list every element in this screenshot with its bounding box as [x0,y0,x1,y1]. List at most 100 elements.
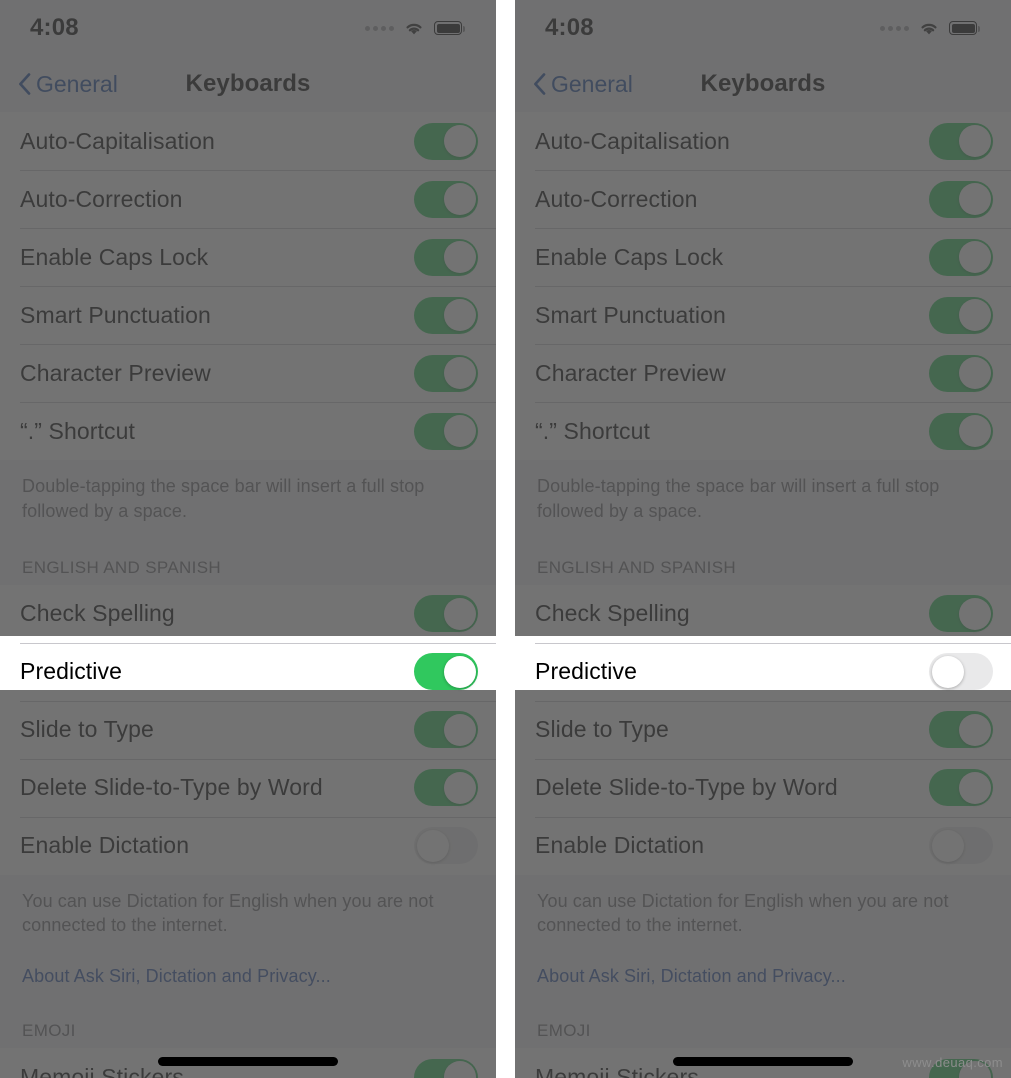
status-time: 4:08 [30,14,79,41]
toggle-memoji-stickers[interactable] [414,1058,478,1078]
settings-screen: 4:08 General Keyboards Auto-Capitalisati… [0,0,496,1078]
home-indicator [158,1057,338,1066]
signal-dots-icon [880,25,909,31]
section-header-emoji: EMOJI [537,1021,591,1041]
row-label: “.” Shortcut [20,417,135,444]
status-indicators [365,20,466,36]
row-character-preview[interactable]: Character Preview [515,344,1011,402]
row-character-preview[interactable]: Character Preview [0,344,496,402]
footer-period-shortcut: Double-tapping the space bar will insert… [537,476,940,521]
battery-full-icon [949,21,981,35]
row-label: Enable Caps Lock [20,243,209,270]
row-check-spelling[interactable]: Check Spelling [0,584,496,643]
page-title: Keyboards [185,70,311,97]
row-auto-capitalisation[interactable]: Auto-Capitalisation [0,112,496,170]
phone-screenshot-after: 4:08 General Keyboards Auto-Capitalisati… [515,0,1011,1078]
toggle-auto-correction[interactable] [929,180,993,218]
toggle-slide-to-type[interactable] [414,711,478,749]
section-header-emoji: EMOJI [22,1021,76,1041]
toggle-predictive[interactable] [414,653,478,691]
row-label: Delete Slide-to-Type by Word [535,774,838,801]
toggle-auto-capitalisation[interactable] [414,122,478,160]
row-delete-slide-to-type-by-word[interactable]: Delete Slide-to-Type by Word [515,758,1011,817]
wifi-icon [921,23,937,35]
row-label: Auto-Capitalisation [20,127,215,154]
toggle-auto-correction[interactable] [414,180,478,218]
link-about-ask-siri[interactable]: About Ask Siri, Dictation and Privacy... [515,944,1011,993]
row-enable-dictation[interactable]: Enable Dictation [515,816,1011,875]
row-check-spelling[interactable]: Check Spelling [515,584,1011,643]
row-label: Check Spelling [20,600,175,627]
toggle-delete-slide-to-type-by-word[interactable] [929,769,993,807]
row-smart-punctuation[interactable]: Smart Punctuation [0,286,496,344]
toggle-smart-punctuation[interactable] [414,296,478,334]
toggle-enable-dictation[interactable] [414,827,478,865]
row-label: Auto-Capitalisation [535,127,730,154]
row-label: Enable Caps Lock [535,243,724,270]
row-label: Predictive [535,658,637,685]
toggle-predictive[interactable] [929,653,993,691]
row-smart-punctuation[interactable]: Smart Punctuation [515,286,1011,344]
row-period-shortcut[interactable]: “.” Shortcut [515,402,1011,460]
row-slide-to-type[interactable]: Slide to Type [0,700,496,759]
row-label: Auto-Correction [20,185,183,212]
screenshot-pair: 4:08 General Keyboards Auto-Capitalisati… [0,0,1011,1078]
row-label: Slide to Type [20,716,154,743]
row-label: Character Preview [20,359,211,386]
row-period-shortcut[interactable]: “.” Shortcut [0,402,496,460]
toggle-auto-capitalisation[interactable] [929,122,993,160]
row-enable-caps-lock[interactable]: Enable Caps Lock [515,228,1011,286]
toggle-enable-caps-lock[interactable] [929,238,993,276]
row-slide-to-type[interactable]: Slide to Type [515,700,1011,759]
section-header-english-and-spanish: ENGLISH AND SPANISH [22,557,222,577]
row-auto-capitalisation[interactable]: Auto-Capitalisation [515,112,1011,170]
section-english-and-spanish: Check Spelling Predictive Slide to Type … [0,584,496,875]
nav-bar: General Keyboards [0,56,496,112]
home-indicator [673,1057,853,1066]
site-watermark: www.deuaq.com [902,1055,1003,1070]
row-label: Smart Punctuation [535,301,726,328]
nav-bar: General Keyboards [515,56,1011,112]
toggle-period-shortcut[interactable] [929,412,993,450]
row-label: Predictive [20,658,122,685]
phone-screenshot-before: 4:08 General Keyboards Auto-Capitalisati… [0,0,496,1078]
row-label: Enable Dictation [20,832,190,859]
row-label: “.” Shortcut [535,417,650,444]
settings-screen: 4:08 General Keyboards Auto-Capitalisati… [515,0,1011,1078]
status-indicators [880,20,981,36]
status-bar: 4:08 [515,0,1011,56]
footer-period-shortcut: Double-tapping the space bar will insert… [22,476,425,521]
section-header-english-and-spanish: ENGLISH AND SPANISH [537,557,737,577]
section-english-and-spanish: Check Spelling Predictive Slide to Type … [515,584,1011,875]
toggle-period-shortcut[interactable] [414,412,478,450]
row-auto-correction[interactable]: Auto-Correction [515,170,1011,228]
toggle-enable-caps-lock[interactable] [414,238,478,276]
footer-dictation: You can use Dictation for English when y… [537,890,949,936]
section-typing: Auto-Capitalisation Auto-Correction Enab… [515,112,1011,460]
row-label: Memoji Stickers [20,1063,184,1078]
row-delete-slide-to-type-by-word[interactable]: Delete Slide-to-Type by Word [0,758,496,817]
row-enable-caps-lock[interactable]: Enable Caps Lock [0,228,496,286]
row-predictive[interactable]: Predictive [515,642,1011,701]
page-title: Keyboards [700,70,826,97]
row-label: Memoji Stickers [535,1063,699,1078]
toggle-character-preview[interactable] [929,354,993,392]
row-predictive[interactable]: Predictive [0,642,496,701]
status-bar: 4:08 [0,0,496,56]
toggle-enable-dictation[interactable] [929,827,993,865]
toggle-character-preview[interactable] [414,354,478,392]
toggle-smart-punctuation[interactable] [929,296,993,334]
row-label: Smart Punctuation [20,301,211,328]
signal-dots-icon [365,25,394,31]
row-label: Character Preview [535,359,726,386]
toggle-slide-to-type[interactable] [929,711,993,749]
toggle-check-spelling[interactable] [929,595,993,633]
status-time: 4:08 [545,14,594,41]
toggle-check-spelling[interactable] [414,595,478,633]
row-label: Slide to Type [535,716,669,743]
row-auto-correction[interactable]: Auto-Correction [0,170,496,228]
section-typing: Auto-Capitalisation Auto-Correction Enab… [0,112,496,460]
toggle-delete-slide-to-type-by-word[interactable] [414,769,478,807]
row-enable-dictation[interactable]: Enable Dictation [0,816,496,875]
link-about-ask-siri[interactable]: About Ask Siri, Dictation and Privacy... [0,944,496,993]
